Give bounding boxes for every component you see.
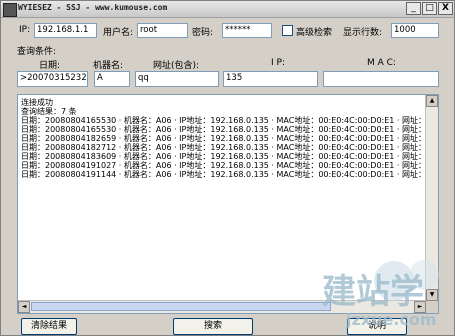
date-label: 日期: bbox=[39, 61, 61, 71]
clear-results-button[interactable]: 清除结果 bbox=[21, 318, 77, 335]
window-title: WYIESEZ - SSJ - www.kumouse.com bbox=[18, 3, 168, 12]
mac-label: M A C: bbox=[367, 58, 396, 68]
advanced-search-checkbox[interactable] bbox=[282, 25, 293, 36]
url-label: 网址(包含): bbox=[153, 61, 200, 71]
query-section-label: 查询条件: bbox=[17, 47, 57, 57]
minimize-button[interactable]: _ bbox=[406, 2, 421, 15]
advanced-search-label: 高级检索 bbox=[296, 28, 333, 38]
username-label: 用户名: bbox=[103, 28, 134, 38]
watermark-url: jzxue.com bbox=[345, 310, 437, 329]
password-label: 密码: bbox=[192, 28, 214, 38]
ip-input[interactable]: 192.168.1.1 bbox=[34, 23, 97, 38]
password-input[interactable]: ****** bbox=[222, 23, 272, 38]
scroll-left-icon[interactable]: ◄ bbox=[18, 301, 30, 313]
username-input[interactable]: root bbox=[137, 23, 188, 38]
url-input[interactable]: qq bbox=[135, 71, 219, 87]
mac-input[interactable] bbox=[323, 71, 439, 87]
app-icon bbox=[3, 3, 17, 17]
scroll-up-icon[interactable]: ▲ bbox=[426, 95, 438, 107]
close-button[interactable]: X bbox=[438, 2, 453, 15]
title-bar: WYIESEZ - SSJ - www.kumouse.com _ □ X bbox=[1, 1, 454, 18]
query-ip-input[interactable]: 135 bbox=[223, 71, 318, 87]
rows-input[interactable]: 1000 bbox=[391, 23, 439, 38]
search-button[interactable]: 搜索 bbox=[173, 318, 253, 335]
query-ip-label: I P: bbox=[271, 58, 285, 68]
machine-label: 机器名: bbox=[93, 61, 124, 71]
machine-input[interactable]: A bbox=[94, 71, 130, 87]
watermark-graphic: 建站学 jzxue.com bbox=[322, 260, 439, 329]
result-line: 日期：20080804191144 · 机器名：A06 · IP地址：192.1… bbox=[21, 170, 439, 179]
date-input[interactable]: >20070315232400 bbox=[17, 71, 88, 87]
ip-label: IP: bbox=[19, 25, 31, 35]
main-window: WYIESEZ - SSJ - www.kumouse.com _ □ X IP… bbox=[0, 0, 455, 336]
horizontal-scroll-thumb[interactable] bbox=[31, 302, 331, 311]
maximize-button[interactable]: □ bbox=[422, 2, 437, 15]
rows-label: 显示行数: bbox=[343, 28, 383, 38]
watermark-logo: 建站学 jzxue.com bbox=[316, 253, 451, 331]
watermark-text: 建站学 bbox=[322, 272, 424, 312]
